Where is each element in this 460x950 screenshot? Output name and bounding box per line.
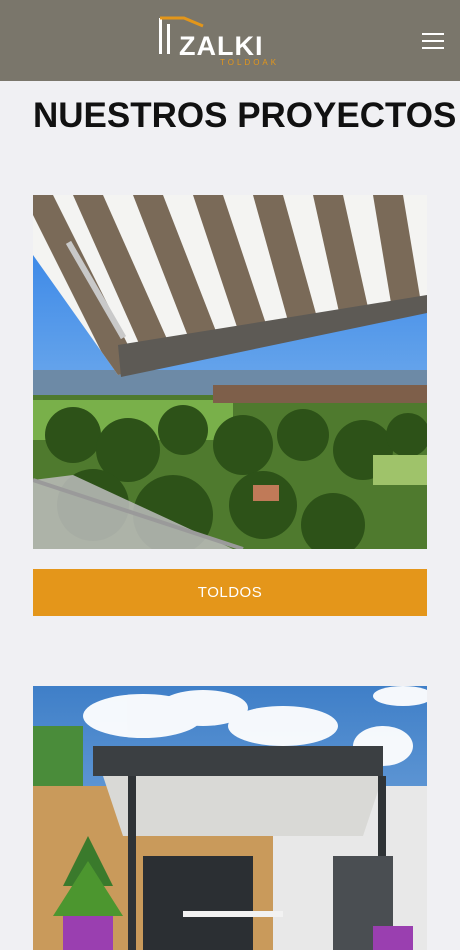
project-image-pergola[interactable] [33,686,427,950]
hamburger-menu-icon[interactable] [418,28,448,52]
site-header: ZALKI TOLDOAK [0,0,460,81]
page-title: NUESTROS PROYECTOS [33,96,457,135]
zalki-logo[interactable]: ZALKI TOLDOAK [158,16,304,68]
project-button-toldos[interactable]: TOLDOS [33,569,427,616]
project-image-toldos[interactable] [33,195,427,549]
logo-subtext: TOLDOAK [220,58,280,67]
